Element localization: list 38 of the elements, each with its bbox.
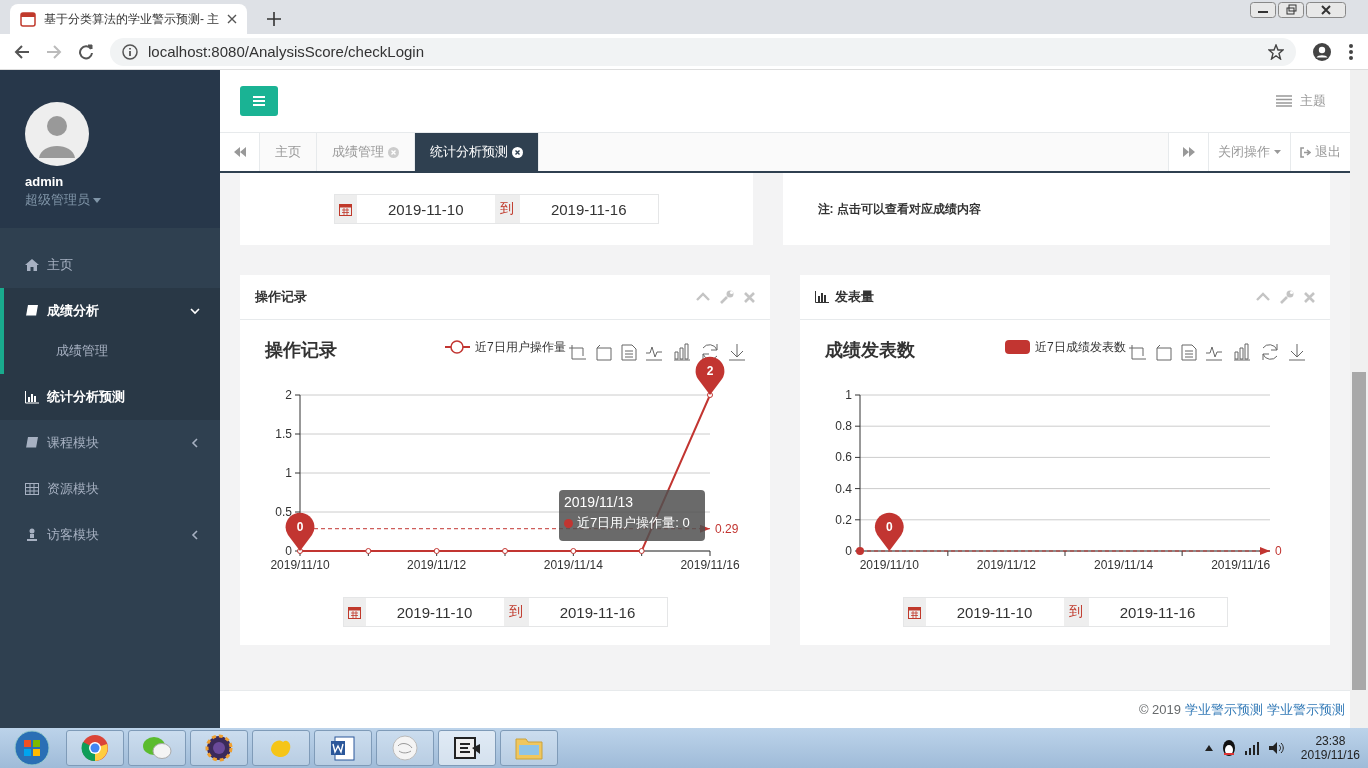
clock-time: 23:38 [1315, 734, 1346, 748]
copyright-text: © 2019 [1138, 702, 1181, 717]
clock-date: 2019/11/16 [1300, 748, 1360, 762]
average-label: 0.29 [715, 521, 739, 536]
x-tick-label: 2019/11/10 [270, 558, 330, 572]
x-tick-label: 2019/11/10 [859, 558, 919, 572]
annotation: 0 [885, 520, 893, 534]
y-tick-label: 0.4 [835, 481, 852, 496]
x-tick-label: 2019/11/14 [1094, 558, 1154, 572]
user-name: admin [25, 174, 64, 189]
panel-title: 操作记录 [255, 288, 308, 306]
note-text: 注: 点击可以查看对应成绩内容 [817, 200, 981, 218]
x-tick-label: 2019/11/12 [407, 558, 467, 572]
tab-title: 基于分类算法的学业警示预测- 主 [44, 10, 220, 28]
x-tick-label: 2019/11/16 [680, 558, 740, 572]
y-tick-label: 0 [845, 544, 852, 558]
panel-title: 发表量 [835, 288, 875, 306]
y-tick-label: 0.5 [275, 505, 292, 519]
average-label: 0 [1275, 544, 1282, 558]
x-tick-label: 2019/11/16 [1211, 558, 1271, 572]
value-marker: 2 [695, 356, 725, 395]
y-tick-label: 0.8 [835, 419, 852, 434]
tooltip-value: 近7日用户操作量: 0 [577, 514, 690, 532]
y-tick-label: 1 [845, 388, 852, 402]
y-tick-label: 0.6 [835, 450, 852, 465]
annotation: 0 [296, 520, 304, 534]
y-tick-label: 0 [285, 544, 292, 558]
value-marker: 0 [874, 512, 904, 551]
annotation: 2 [706, 364, 714, 378]
chart-title: 成绩发表数 [825, 340, 915, 360]
x-tick-label: 2019/11/14 [543, 558, 603, 572]
y-tick-label: 0.2 [835, 512, 852, 527]
tooltip-date: 2019/11/13 [564, 494, 635, 510]
y-tick-label: 2 [285, 388, 292, 402]
x-tick-label: 2019/11/12 [976, 558, 1036, 572]
y-tick-label: 1.5 [275, 427, 292, 441]
chart-title: 操作记录 [265, 340, 337, 360]
y-tick-label: 1 [285, 466, 292, 480]
